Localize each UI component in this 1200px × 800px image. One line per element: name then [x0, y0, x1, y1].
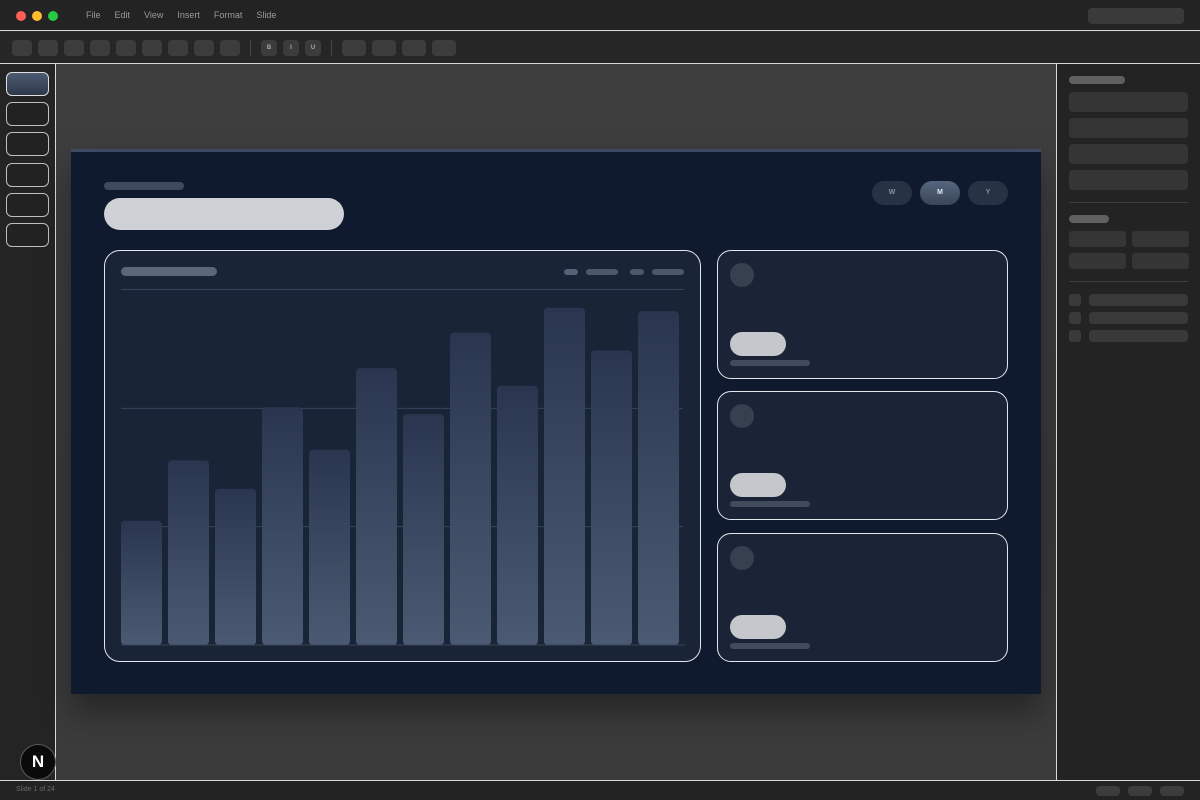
menu-format[interactable]: Format — [214, 10, 243, 20]
kpi-card-1[interactable] — [717, 250, 1008, 379]
menu-view[interactable]: View — [144, 10, 163, 20]
menu-slide[interactable]: Slide — [256, 10, 276, 20]
bold-button[interactable]: B — [261, 40, 277, 56]
toolbar-button-11[interactable] — [372, 40, 396, 56]
toolbar-button-8[interactable] — [194, 40, 214, 56]
kpi-icon — [730, 263, 754, 287]
bar-chart — [121, 307, 685, 646]
inspector-panel — [1056, 64, 1200, 780]
inspector-section-heading — [1069, 76, 1125, 84]
inspector-input-3[interactable] — [1069, 253, 1126, 269]
zoom-window-button[interactable] — [48, 11, 58, 21]
toolbar-button-6[interactable] — [142, 40, 162, 56]
toolbar-button-3[interactable] — [64, 40, 84, 56]
slide-indicator: Slide 1 of 24 — [16, 786, 55, 793]
slide-thumbnail-1[interactable] — [6, 72, 49, 96]
chart-bar-2[interactable] — [168, 460, 209, 645]
slide-thumbnail-3[interactable] — [6, 132, 49, 156]
inspector-divider — [1069, 281, 1188, 282]
inspector-option-2 — [1089, 312, 1188, 324]
search-field[interactable] — [1088, 8, 1184, 24]
slide-thumbnail-6[interactable] — [6, 223, 49, 247]
kpi-value-placeholder — [730, 473, 786, 497]
minimize-window-button[interactable] — [32, 11, 42, 21]
toolbar-button-1[interactable] — [12, 40, 32, 56]
inspector-section-heading — [1069, 215, 1109, 223]
status-button-3[interactable] — [1160, 786, 1184, 796]
slide-canvas: W M Y — [56, 64, 1056, 780]
slide-title-placeholder[interactable] — [104, 198, 344, 230]
chart-bar-7[interactable] — [403, 414, 444, 646]
slide[interactable]: W M Y — [71, 149, 1041, 694]
chart-bar-3[interactable] — [215, 488, 256, 645]
close-window-button[interactable] — [16, 11, 26, 21]
toolbar: B I U — [0, 32, 1200, 64]
inspector-divider — [1069, 202, 1188, 203]
kpi-caption-placeholder — [730, 501, 810, 507]
inspector-field-2[interactable] — [1069, 118, 1188, 138]
chart-card[interactable] — [104, 250, 701, 662]
status-button-2[interactable] — [1128, 786, 1152, 796]
slide-thumbnail-4[interactable] — [6, 163, 49, 187]
toolbar-divider — [250, 40, 251, 56]
range-tab-year[interactable]: Y — [968, 181, 1008, 205]
menu-bar: File Edit View Insert Format Slide — [86, 10, 290, 20]
toolbar-divider — [331, 40, 332, 56]
inspector-checkbox-1[interactable] — [1069, 294, 1081, 306]
menu-file[interactable]: File — [86, 10, 101, 20]
chart-bar-1[interactable] — [121, 520, 162, 646]
slide-thumbnail-5[interactable] — [6, 193, 49, 217]
inspector-field-4[interactable] — [1069, 170, 1188, 190]
kpi-icon — [730, 546, 754, 570]
slide-eyebrow-placeholder — [104, 182, 184, 190]
chart-bar-6[interactable] — [356, 368, 397, 645]
inspector-checkbox-2[interactable] — [1069, 312, 1081, 324]
underline-button[interactable]: U — [305, 40, 321, 56]
range-tab-month[interactable]: M — [920, 181, 960, 205]
inspector-input-2[interactable] — [1132, 231, 1189, 247]
toolbar-button-12[interactable] — [402, 40, 426, 56]
app-logo-icon[interactable]: N — [20, 744, 56, 780]
inspector-input-4[interactable] — [1132, 253, 1189, 269]
kpi-value-placeholder — [730, 332, 786, 356]
kpi-value-placeholder — [730, 615, 786, 639]
toolbar-button-4[interactable] — [90, 40, 110, 56]
toolbar-button-13[interactable] — [432, 40, 456, 56]
italic-button[interactable]: I — [283, 40, 299, 56]
kpi-icon — [730, 404, 754, 428]
toolbar-button-7[interactable] — [168, 40, 188, 56]
inspector-field-1[interactable] — [1069, 92, 1188, 112]
range-tab-week[interactable]: W — [872, 181, 912, 205]
chart-bar-11[interactable] — [591, 350, 632, 645]
inspector-field-3[interactable] — [1069, 144, 1188, 164]
kpi-card-2[interactable] — [717, 391, 1008, 520]
title-bar: File Edit View Insert Format Slide — [0, 0, 1200, 31]
kpi-caption-placeholder — [730, 643, 810, 649]
toolbar-button-5[interactable] — [116, 40, 136, 56]
chart-bar-10[interactable] — [544, 307, 585, 646]
inspector-option-3 — [1089, 330, 1188, 342]
chart-bar-5[interactable] — [309, 449, 350, 646]
chart-bar-9[interactable] — [497, 385, 538, 645]
toolbar-button-2[interactable] — [38, 40, 58, 56]
inspector-checkbox-3[interactable] — [1069, 330, 1081, 342]
slide-navigator — [0, 64, 56, 780]
inspector-input-1[interactable] — [1069, 231, 1126, 247]
inspector-option-1 — [1089, 294, 1188, 306]
kpi-caption-placeholder — [730, 360, 810, 366]
menu-edit[interactable]: Edit — [115, 10, 131, 20]
kpi-card-3[interactable] — [717, 533, 1008, 662]
status-button-1[interactable] — [1096, 786, 1120, 796]
chart-bar-4[interactable] — [262, 407, 303, 645]
status-bar: Slide 1 of 24 — [0, 780, 1200, 800]
toolbar-button-9[interactable] — [220, 40, 240, 56]
chart-bar-8[interactable] — [450, 332, 491, 645]
chart-bar-12[interactable] — [638, 311, 679, 645]
toolbar-button-10[interactable] — [342, 40, 366, 56]
slide-thumbnail-2[interactable] — [6, 102, 49, 126]
menu-insert[interactable]: Insert — [177, 10, 200, 20]
